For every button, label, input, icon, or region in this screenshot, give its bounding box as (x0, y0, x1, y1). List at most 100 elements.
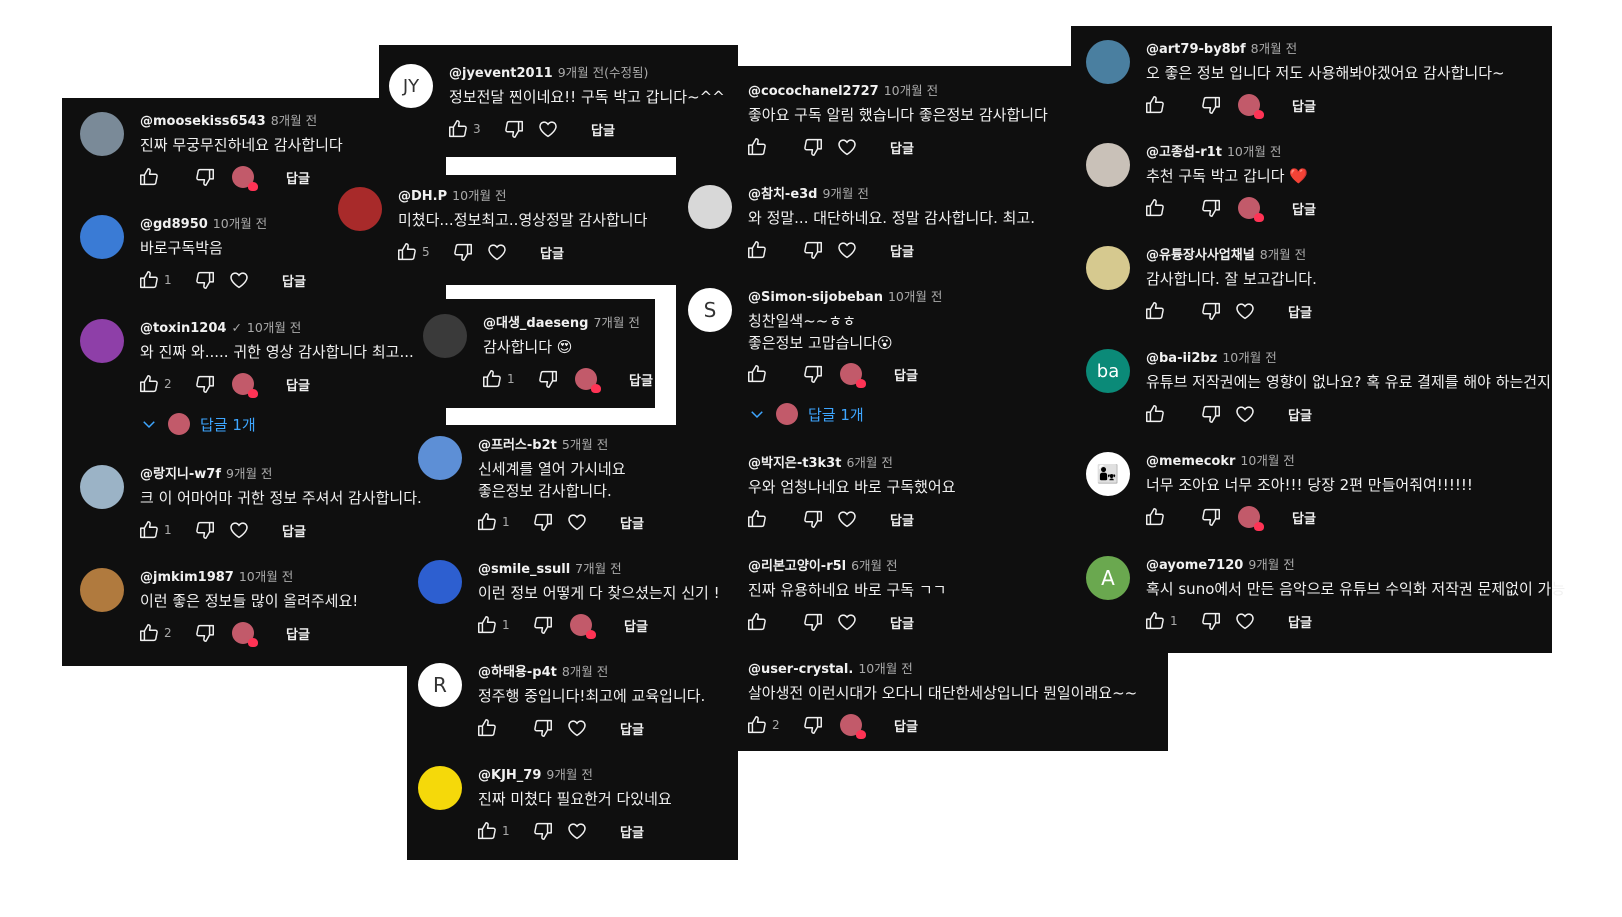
like-button-icon[interactable] (138, 166, 160, 188)
comment-time[interactable]: 9개월 전 (226, 466, 272, 481)
reply-button[interactable]: 답글 (894, 716, 918, 735)
heart-button-icon[interactable] (566, 717, 588, 739)
avatar[interactable]: 👨‍👧 (1086, 452, 1130, 496)
comment-author[interactable]: @memecokr (1146, 454, 1235, 469)
reply-button[interactable]: 답글 (624, 616, 648, 635)
heart-button-icon[interactable] (486, 241, 508, 263)
dislike-button-icon[interactable] (503, 118, 525, 140)
avatar[interactable] (80, 319, 124, 363)
reply-button[interactable]: 답글 (620, 822, 644, 841)
dislike-button-icon[interactable] (802, 239, 824, 261)
comment-time[interactable]: 8개월 전 (1260, 247, 1306, 262)
comment-author[interactable]: @하태용-p4t (478, 665, 557, 680)
comment-author[interactable]: @user-crystal. (748, 662, 853, 677)
comment-time[interactable]: 10개월 전 (452, 188, 506, 203)
comment-time[interactable]: 5개월 전 (562, 437, 608, 452)
reply-button[interactable]: 답글 (890, 138, 914, 157)
like-button-icon[interactable] (1144, 197, 1166, 219)
like-button-icon[interactable] (1144, 506, 1166, 528)
avatar[interactable] (80, 568, 124, 612)
avatar[interactable] (1086, 143, 1130, 187)
reply-button[interactable]: 답글 (1288, 612, 1312, 631)
comment-author[interactable]: @ba-ii2bz (1146, 351, 1217, 366)
reply-button[interactable]: 답글 (629, 370, 653, 389)
dislike-button-icon[interactable] (194, 622, 216, 644)
comment-author[interactable]: @리본고양이-r5l (748, 559, 846, 574)
heart-button-icon[interactable] (836, 508, 858, 530)
dislike-button-icon[interactable] (452, 241, 474, 263)
comment-author[interactable]: @jyevent2011 (449, 66, 553, 81)
like-button-icon[interactable] (1144, 403, 1166, 425)
replies-toggle[interactable]: 답글 1개 (140, 413, 256, 435)
like-button-icon[interactable] (746, 508, 768, 530)
reply-button[interactable]: 답글 (1292, 508, 1316, 527)
comment-time[interactable]: 8개월 전 (1251, 41, 1297, 56)
like-button-icon[interactable] (138, 269, 160, 291)
reply-button[interactable]: 답글 (890, 510, 914, 529)
heart-button-icon[interactable] (836, 136, 858, 158)
comment-author[interactable]: @gd8950 (140, 217, 208, 232)
comment-time[interactable]: 10개월 전 (858, 661, 912, 676)
reply-button[interactable]: 답글 (282, 521, 306, 540)
like-button-icon[interactable] (746, 611, 768, 633)
dislike-button-icon[interactable] (532, 820, 554, 842)
comment-time[interactable]: 9개월 전 (822, 186, 868, 201)
like-button-icon[interactable] (447, 118, 469, 140)
comment-time[interactable]: 8개월 전 (271, 113, 317, 128)
avatar[interactable]: JY (389, 64, 433, 108)
dislike-button-icon[interactable] (802, 611, 824, 633)
like-button-icon[interactable] (396, 241, 418, 263)
reply-button[interactable]: 답글 (1292, 199, 1316, 218)
comment-time[interactable]: 10개월 전 (247, 320, 301, 335)
dislike-button-icon[interactable] (802, 508, 824, 530)
like-button-icon[interactable] (476, 820, 498, 842)
reply-button[interactable]: 답글 (1292, 96, 1316, 115)
comment-time[interactable]: 6개월 전 (846, 455, 892, 470)
reply-button[interactable]: 답글 (1288, 405, 1312, 424)
heart-button-icon[interactable] (228, 269, 250, 291)
avatar[interactable] (338, 187, 382, 231)
like-button-icon[interactable] (746, 363, 768, 385)
avatar[interactable]: A (1086, 556, 1130, 600)
like-button-icon[interactable] (476, 614, 498, 636)
reply-button[interactable]: 답글 (282, 271, 306, 290)
comment-time[interactable]: 8개월 전 (562, 664, 608, 679)
comment-time[interactable]: 9개월 전 (1248, 557, 1294, 572)
comment-author[interactable]: @smile_ssull (478, 562, 570, 577)
comment-author[interactable]: @대생_daeseng (483, 316, 588, 331)
avatar[interactable] (418, 436, 462, 480)
comment-author[interactable]: @참치-e3d (748, 187, 817, 202)
dislike-button-icon[interactable] (1200, 94, 1222, 116)
dislike-button-icon[interactable] (1200, 300, 1222, 322)
dislike-button-icon[interactable] (802, 363, 824, 385)
comment-time[interactable]: 7개월 전 (575, 561, 621, 576)
dislike-button-icon[interactable] (532, 511, 554, 533)
reply-button[interactable]: 답글 (286, 624, 310, 643)
avatar[interactable] (80, 465, 124, 509)
comment-time[interactable]: 10개월 전 (1222, 350, 1276, 365)
avatar[interactable]: S (688, 288, 732, 332)
avatar[interactable] (688, 185, 732, 229)
like-button-icon[interactable] (476, 717, 498, 739)
dislike-button-icon[interactable] (1200, 197, 1222, 219)
reply-button[interactable]: 답글 (620, 513, 644, 532)
reply-button[interactable]: 답글 (286, 168, 310, 187)
heart-button-icon[interactable] (566, 511, 588, 533)
dislike-button-icon[interactable] (1200, 506, 1222, 528)
avatar[interactable]: R (418, 663, 462, 707)
avatar[interactable] (1086, 246, 1130, 290)
comment-time[interactable]: 10개월 전 (1227, 144, 1281, 159)
reply-button[interactable]: 답글 (890, 613, 914, 632)
heart-button-icon[interactable] (537, 118, 559, 140)
comment-author[interactable]: @cocochanel2727 (748, 84, 879, 99)
comment-time[interactable]: 9개월 전(수정됨) (558, 65, 649, 80)
like-button-icon[interactable] (481, 368, 503, 390)
like-button-icon[interactable] (138, 622, 160, 644)
heart-button-icon[interactable] (836, 239, 858, 261)
like-button-icon[interactable] (1144, 610, 1166, 632)
avatar[interactable] (80, 215, 124, 259)
comment-time[interactable]: 6개월 전 (851, 558, 897, 573)
comment-time[interactable]: 10개월 전 (888, 289, 942, 304)
heart-button-icon[interactable] (1234, 300, 1256, 322)
like-button-icon[interactable] (138, 519, 160, 541)
